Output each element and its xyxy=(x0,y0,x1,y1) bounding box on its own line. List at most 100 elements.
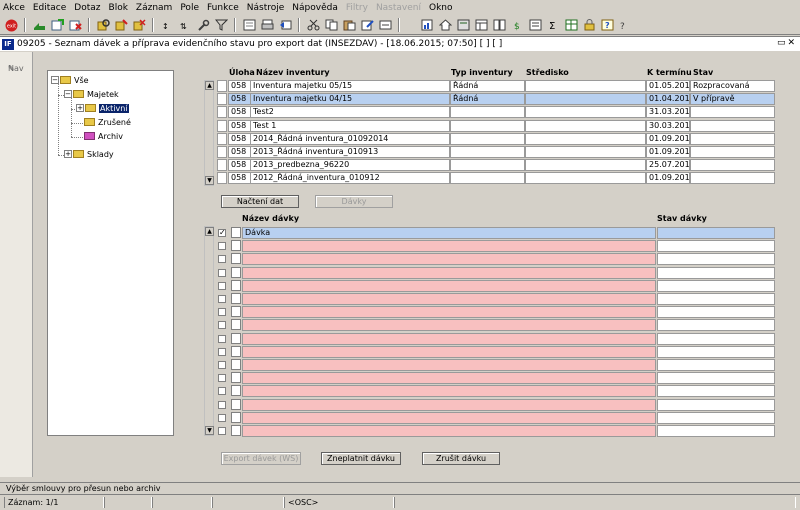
cell-nazev-davky[interactable] xyxy=(242,359,656,371)
cell-nazev-davky[interactable] xyxy=(242,306,656,319)
expand-icon[interactable]: + xyxy=(64,150,72,158)
row-selector[interactable] xyxy=(231,359,241,370)
edit-icon[interactable] xyxy=(360,18,375,32)
menu-item-1[interactable]: Editace xyxy=(33,3,66,13)
row-selector[interactable] xyxy=(231,266,241,278)
paste-icon[interactable] xyxy=(342,18,357,32)
cell-uloha[interactable]: 058 xyxy=(228,106,251,119)
davky-button[interactable]: Dávky xyxy=(315,195,393,208)
row-checkbox[interactable] xyxy=(218,347,226,356)
cell-nazev[interactable]: Inventura majetku 04/15 xyxy=(250,93,450,106)
cell-stredisko[interactable] xyxy=(525,93,646,106)
cell-stav-davky[interactable] xyxy=(657,385,775,398)
insert-record-icon[interactable] xyxy=(50,18,65,32)
spreadsheet-icon[interactable] xyxy=(564,18,579,32)
row-checkbox[interactable] xyxy=(218,321,226,330)
cell-stredisko[interactable] xyxy=(525,159,646,172)
cell-stav[interactable] xyxy=(690,146,775,158)
cell-stav-davky[interactable] xyxy=(657,398,775,411)
cell-nazev-davky[interactable] xyxy=(242,319,656,332)
zneplatnit-davku-button[interactable]: Zneplatnit dávku xyxy=(321,452,401,465)
cell-termin[interactable]: 01.09.2012 xyxy=(646,172,690,185)
exit-icon[interactable]: exit xyxy=(4,18,19,32)
menu-item-10[interactable]: Nastavení xyxy=(376,3,421,13)
row-selector[interactable] xyxy=(217,80,227,92)
cell-nazev-davky[interactable]: Dávka xyxy=(242,227,656,239)
row-selector[interactable] xyxy=(217,93,227,106)
list-icon[interactable] xyxy=(528,18,543,32)
menu-item-7[interactable]: Nástroje xyxy=(247,3,285,13)
menu-item-6[interactable]: Funkce xyxy=(207,3,239,13)
cell-nazev[interactable]: 2014_Řádná inventura_01092014 xyxy=(250,132,450,145)
copy-icon[interactable] xyxy=(324,18,339,32)
tree-node-archiv[interactable]: Archiv xyxy=(84,130,123,142)
layout-icon[interactable] xyxy=(492,18,507,32)
cell-stav-davky[interactable] xyxy=(657,253,775,266)
nacteni-dat-button[interactable]: Načtení dat xyxy=(221,195,299,208)
row-selector[interactable] xyxy=(231,385,241,397)
tree-node-majetek[interactable]: − Majetek xyxy=(64,88,119,100)
delete-record-icon[interactable] xyxy=(68,18,83,32)
row-checkbox[interactable] xyxy=(218,374,226,383)
cell-nazev[interactable]: 2013_Řádná inventura_010913 xyxy=(250,146,450,158)
row-checkbox[interactable] xyxy=(218,242,226,251)
export-davek-button[interactable]: Export dávek (WS) xyxy=(221,452,301,465)
cell-stav[interactable]: Rozpracovaná xyxy=(690,80,775,92)
cell-stav-davky[interactable] xyxy=(657,345,775,358)
cell-termin[interactable]: 01.09.2014 xyxy=(646,132,690,145)
cell-stav[interactable] xyxy=(690,159,775,172)
row-selector[interactable] xyxy=(231,293,241,304)
cell-stav-davky[interactable] xyxy=(657,425,775,437)
row-checkbox[interactable] xyxy=(218,387,226,396)
cell-typ[interactable] xyxy=(450,119,525,132)
cell-nazev-davky[interactable] xyxy=(242,266,656,279)
cell-nazev-davky[interactable] xyxy=(242,293,656,305)
cell-stredisko[interactable] xyxy=(525,146,646,158)
cell-stredisko[interactable] xyxy=(525,172,646,185)
home-icon[interactable] xyxy=(438,18,453,32)
calc-icon[interactable] xyxy=(456,18,471,32)
cell-typ[interactable] xyxy=(450,159,525,172)
cell-stav-davky[interactable] xyxy=(657,227,775,239)
execute-query-icon[interactable] xyxy=(114,18,129,32)
menu-item-4[interactable]: Záznam xyxy=(136,3,172,13)
row-checkbox[interactable] xyxy=(218,427,226,435)
row-checkbox[interactable] xyxy=(218,334,226,343)
menu-item-11[interactable]: Okno xyxy=(429,3,453,13)
row-checkbox[interactable] xyxy=(218,255,226,264)
context-help-icon[interactable]: ? xyxy=(618,18,633,32)
cell-nazev-davky[interactable] xyxy=(242,425,656,437)
row-selector[interactable] xyxy=(231,425,241,436)
cancel-query-icon[interactable] xyxy=(132,18,147,32)
row-selector[interactable] xyxy=(217,106,227,119)
cell-stav[interactable] xyxy=(690,119,775,132)
row-selector[interactable] xyxy=(231,411,241,423)
row-selector[interactable] xyxy=(217,119,227,132)
row-selector[interactable] xyxy=(231,279,241,291)
cell-nazev-davky[interactable] xyxy=(242,332,656,345)
scroll-down-icon[interactable]: ▼ xyxy=(205,426,214,435)
cell-stav-davky[interactable] xyxy=(657,332,775,345)
tree-node-aktivni[interactable]: + Aktivní xyxy=(76,102,129,114)
form-icon[interactable] xyxy=(242,18,257,32)
cell-termin[interactable]: 25.07.2013 xyxy=(646,159,690,172)
menu-item-5[interactable]: Pole xyxy=(180,3,199,13)
cell-nazev-davky[interactable] xyxy=(242,240,656,253)
cell-stav-davky[interactable] xyxy=(657,411,775,424)
row-selector[interactable] xyxy=(217,146,227,158)
row-checkbox[interactable] xyxy=(218,268,226,277)
report-icon[interactable] xyxy=(420,18,435,32)
cell-stredisko[interactable] xyxy=(525,132,646,145)
row-selector[interactable] xyxy=(231,372,241,384)
help-icon[interactable]: ? xyxy=(600,18,615,32)
cell-nazev-davky[interactable] xyxy=(242,385,656,398)
row-checkbox[interactable] xyxy=(218,308,226,317)
cell-stav[interactable]: V přípravě xyxy=(690,93,775,106)
back-icon[interactable] xyxy=(278,18,293,32)
cell-stav-davky[interactable] xyxy=(657,266,775,279)
row-selector[interactable] xyxy=(217,172,227,185)
cell-uloha[interactable]: 058 xyxy=(228,146,251,158)
cell-typ[interactable]: Řádná xyxy=(450,80,525,92)
save-icon[interactable] xyxy=(32,18,47,32)
cell-nazev-davky[interactable] xyxy=(242,345,656,358)
